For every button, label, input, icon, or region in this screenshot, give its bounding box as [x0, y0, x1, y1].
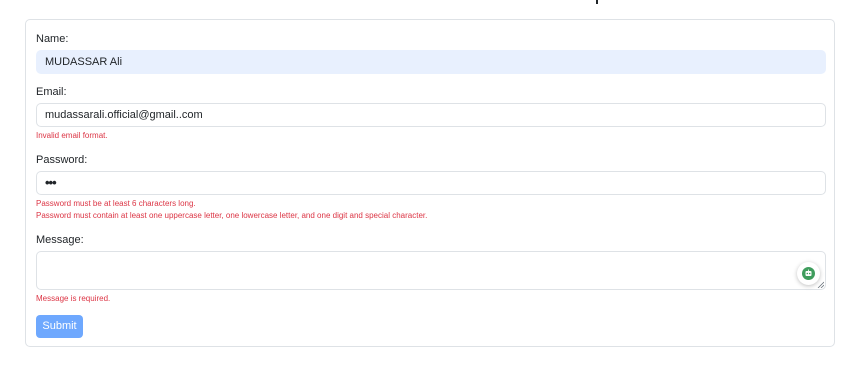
- name-input[interactable]: MUDASSAR Ali: [36, 50, 826, 74]
- message-label: Message:: [36, 234, 84, 246]
- password-label: Password:: [36, 154, 88, 166]
- contact-form-card: Name: MUDASSAR Ali Email: mudassarali.of…: [25, 19, 835, 347]
- submit-button[interactable]: Submit: [36, 315, 83, 338]
- password-length-error: Password must be at least 6 characters l…: [36, 199, 196, 208]
- page-heading-fragment: [596, 0, 606, 4]
- password-input[interactable]: •••: [36, 171, 826, 195]
- message-textarea[interactable]: [36, 251, 826, 290]
- resize-handle-icon[interactable]: [817, 281, 824, 288]
- email-label: Email:: [36, 86, 67, 98]
- email-error: Invalid email format.: [36, 131, 108, 140]
- robot-assistant-icon: [802, 267, 815, 280]
- email-input[interactable]: mudassarali.official@gmail..com: [36, 103, 826, 127]
- message-error: Message is required.: [36, 294, 111, 303]
- password-complexity-error: Password must contain at least one upper…: [36, 211, 428, 220]
- assistant-button[interactable]: [797, 262, 820, 285]
- name-label: Name:: [36, 33, 69, 45]
